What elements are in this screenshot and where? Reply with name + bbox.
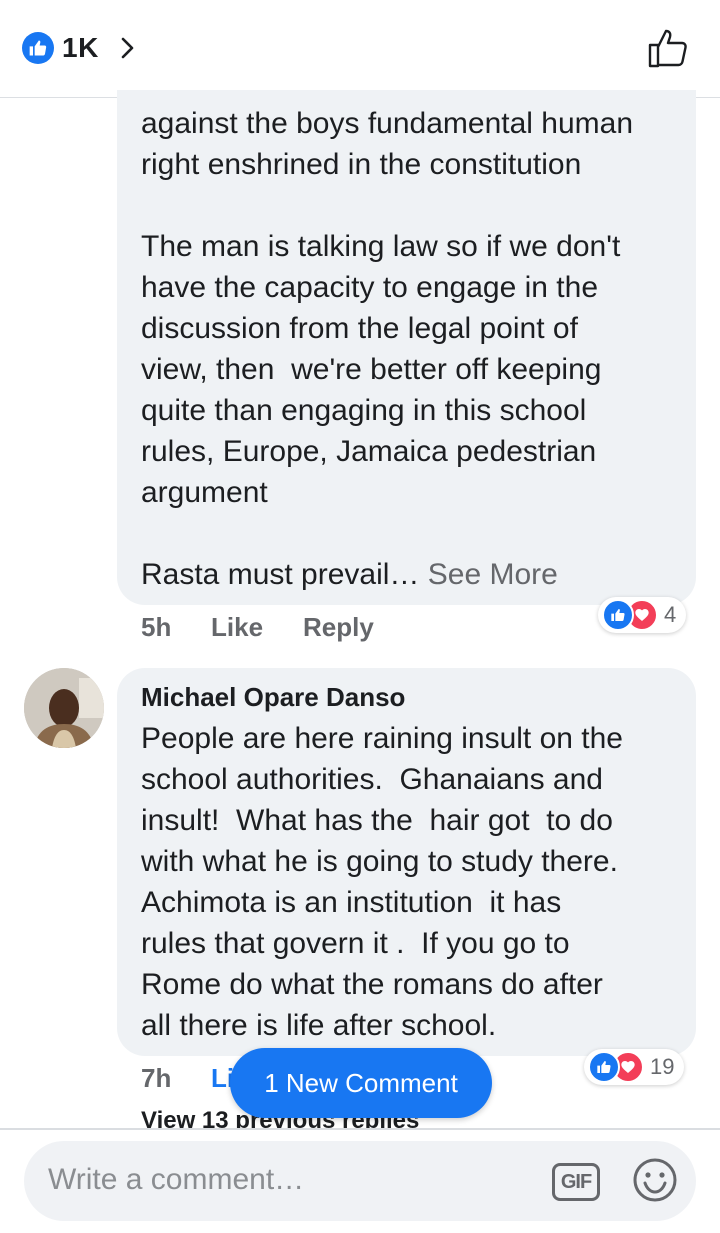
reaction-count: 19	[650, 1054, 675, 1079]
comment-text: People are here raining insult on the sc…	[141, 722, 623, 1042]
like-icon	[602, 599, 634, 631]
reply-link[interactable]: Reply	[303, 612, 374, 643]
comment-reactions[interactable]: 4	[598, 597, 687, 633]
avatar[interactable]	[24, 668, 104, 748]
comment-body: against the boys fundamental human right…	[141, 107, 633, 591]
thumbs-up-outline-icon[interactable]	[646, 26, 690, 70]
comment-time: 7h	[141, 1063, 172, 1093]
new-comment-button[interactable]: 1 New Comment	[230, 1048, 492, 1118]
reaction-count: 1K	[62, 32, 99, 63]
post-header: 1K	[0, 0, 720, 98]
comment-reactions[interactable]: 19	[584, 1049, 685, 1085]
comment-author[interactable]: Michael Opare Danso	[141, 682, 405, 713]
like-icon	[588, 1051, 620, 1083]
like-link[interactable]: Like	[211, 612, 263, 643]
reactions-summary[interactable]: 1K	[22, 28, 139, 68]
reaction-count: 4	[664, 602, 677, 627]
like-icon	[22, 32, 54, 64]
comment-text: against the boys fundamental human right…	[141, 103, 633, 595]
emoji-icon[interactable]	[632, 1157, 678, 1203]
comment-input[interactable]: Write a comment…	[48, 1163, 304, 1197]
chevron-right-icon	[121, 37, 134, 59]
comment-time: 5h	[141, 612, 172, 642]
gif-icon[interactable]: GIF	[552, 1163, 600, 1201]
see-more-link[interactable]: See More	[419, 558, 558, 591]
comment-composer[interactable]: Write a comment… GIF	[24, 1141, 696, 1221]
